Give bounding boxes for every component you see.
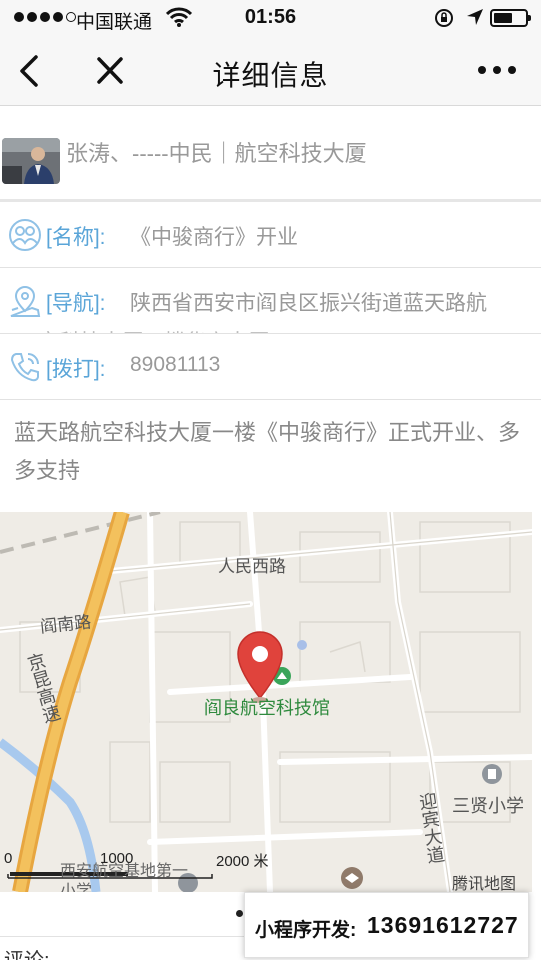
post-description: 蓝天路航空科技大厦一楼《中骏商行》正式开业、多多支持 [14, 420, 521, 483]
call-row[interactable]: [拨打]: 89081113 [0, 334, 541, 400]
navigation-address-overflow: 空科技大厦一楼华宇大厦 [38, 326, 269, 333]
map-pin-icon [10, 285, 41, 317]
map-brand: 腾讯地图 [452, 876, 517, 892]
name-label: [名称]: [46, 226, 106, 249]
promo-phone: 13691612727 [367, 912, 519, 938]
page-indicator-dot [236, 910, 243, 917]
promo-label: 小程序开发: [255, 920, 357, 941]
location-arrow-icon [467, 9, 483, 25]
rotation-lock-icon [435, 9, 453, 27]
more-options-icon[interactable] [478, 66, 516, 74]
battery-icon [490, 9, 531, 27]
scale-zero: 0 [4, 850, 13, 867]
name-value: 《中骏商行》开业 [130, 226, 298, 249]
location-marker-icon [237, 631, 283, 703]
people-icon [9, 219, 41, 251]
map-label-road-north: 人民西路 [218, 557, 286, 576]
phone-number[interactable]: 89081113 [130, 353, 220, 377]
map-label-road-west: 阎南路 [39, 612, 93, 637]
page-title: 详细信息 [212, 60, 329, 91]
scale-end: 2000 米 [216, 853, 269, 870]
phone-icon [10, 353, 39, 382]
author-row: 张涛、-----中民｜航空科技大厦 [0, 108, 541, 202]
navigation-address: 陕西省西安市阎良区振兴街道蓝天路航 [130, 292, 487, 315]
name-row: [名称]: 《中骏商行》开业 [0, 202, 541, 268]
map-label-school: 三贤小学 [452, 796, 524, 816]
navigation-row[interactable]: [导航]: 陕西省西安市阎良区振兴街道蓝天路航 空科技大厦一楼华宇大厦 [0, 268, 541, 334]
clock: 01:56 [244, 6, 297, 28]
map-view[interactable]: 人民西路 阎南路 京昆高速 迎宾大道 三贤小学 西安航空基地第一小学 阎良航空科… [0, 512, 532, 892]
divider [0, 936, 244, 937]
status-bar: 中国联通 01:56 [0, 0, 541, 36]
avatar[interactable] [2, 138, 60, 184]
navigation-label: [导航]: [46, 292, 106, 315]
navigation-bar: 详细信息 [0, 36, 541, 106]
author-line: 张涛、-----中民｜航空科技大厦 [66, 141, 367, 166]
map-marker-label: 阎良航空科技馆 [204, 698, 330, 718]
call-label: [拨打]: [46, 358, 106, 381]
comment-label: 评论: [4, 944, 50, 960]
scale-mid: 1000 [100, 850, 134, 867]
promo-banner: 小程序开发: 13691612727 [244, 892, 529, 958]
